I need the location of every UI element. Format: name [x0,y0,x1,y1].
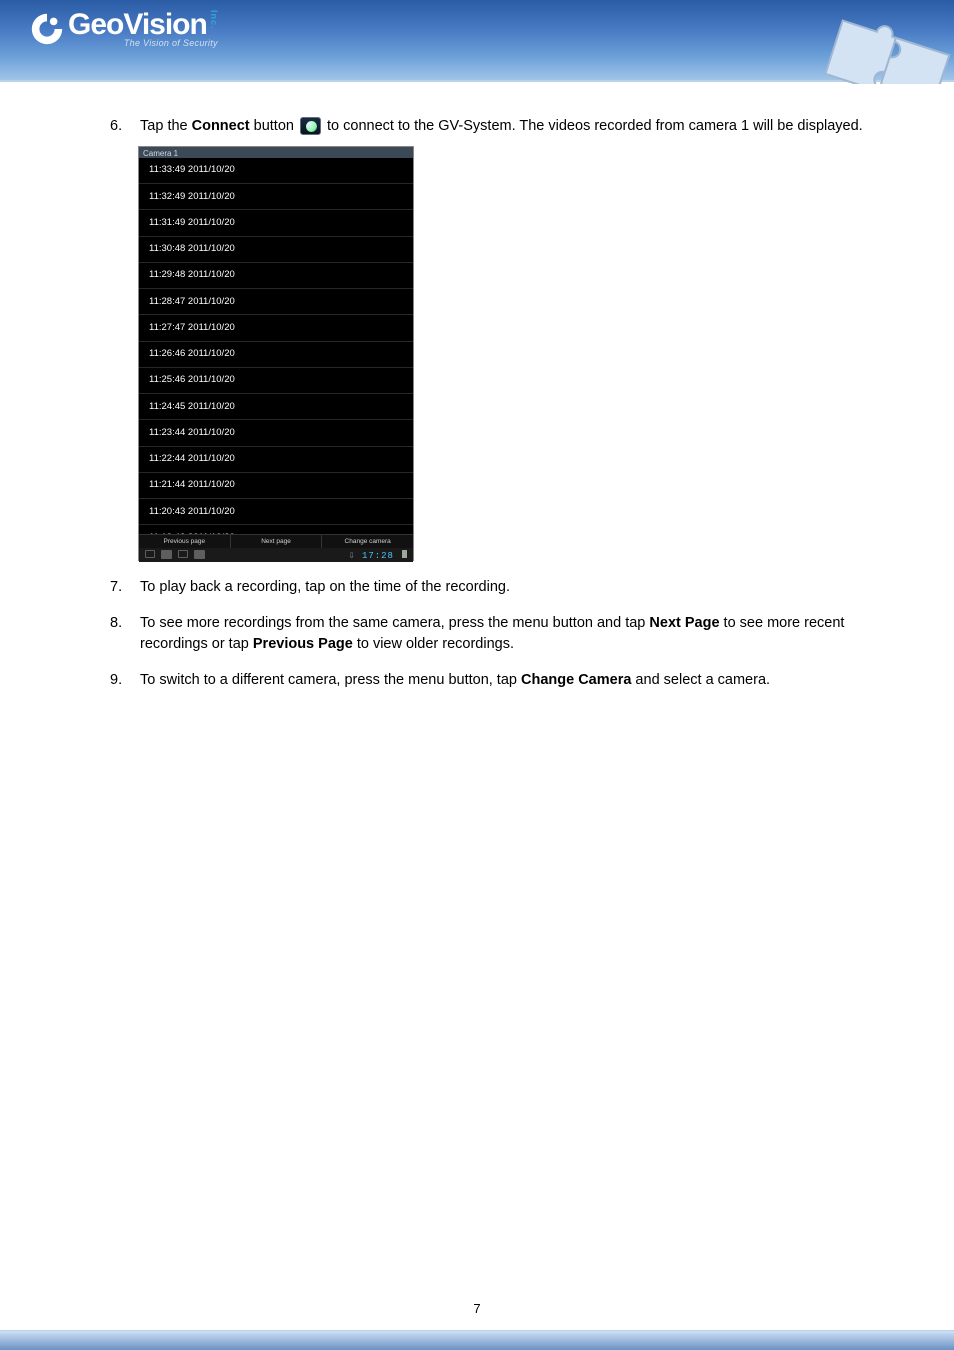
page-number: 7 [0,1301,954,1316]
home-icon[interactable] [161,550,172,559]
text-fragment: to connect to the GV-System. The videos … [323,118,863,134]
previous-page-label: Previous Page [253,636,353,652]
step-6: 6. Tap the Connect button to connect to … [110,116,896,561]
tablet-nav-bar: ⇩ 17:28 [139,548,413,562]
recording-list: 11:33:49 2011/10/20 11:32:49 2011/10/20 … [139,158,413,534]
page-footer [0,1330,954,1350]
change-camera-label: Change Camera [521,672,631,688]
list-item[interactable]: 11:33:49 2011/10/20 [139,158,413,184]
text-fragment: To see more recordings from the same cam… [140,615,649,631]
connect-label: Connect [192,118,250,134]
connect-button-icon [300,117,321,135]
tablet-screenshot: Camera 1 11:33:49 2011/10/20 11:32:49 20… [138,146,414,561]
list-item[interactable]: 11:31:49 2011/10/20 [139,210,413,236]
brand-text: GeoVision [68,8,207,41]
step-8: 8. To see more recordings from the same … [110,613,896,657]
screenshot-header: Camera 1 [139,147,413,158]
download-icon: ⇩ [348,550,355,562]
list-item[interactable]: 11:22:44 2011/10/20 [139,447,413,473]
text-fragment: Tap the [140,118,192,134]
step-number: 7. [110,577,136,599]
list-item[interactable]: 11:20:43 2011/10/20 [139,499,413,525]
battery-icon [402,550,407,558]
recent-icon[interactable] [178,550,188,558]
list-item[interactable]: 11:27:47 2011/10/20 [139,315,413,341]
list-item[interactable]: 11:21:44 2011/10/20 [139,473,413,499]
step-number: 6. [110,116,136,138]
page-header: GeoVisionInc. The Vision of Security [0,0,954,82]
step-text: To play back a recording, tap on the tim… [140,577,880,599]
text-fragment: button [250,118,298,134]
step-number: 8. [110,613,136,635]
back-icon[interactable] [145,550,155,558]
step-9: 9. To switch to a different camera, pres… [110,670,896,692]
text-fragment: and select a camera. [631,672,770,688]
list-item[interactable]: 11:19:43 2011/10/20 [139,525,413,534]
list-item[interactable]: 11:28:47 2011/10/20 [139,289,413,315]
brand-name: GeoVisionInc. [68,10,218,40]
list-item[interactable]: 11:24:45 2011/10/20 [139,394,413,420]
list-item[interactable]: 11:30:48 2011/10/20 [139,237,413,263]
step-7: 7. To play back a recording, tap on the … [110,577,896,599]
list-item[interactable]: 11:26:46 2011/10/20 [139,342,413,368]
next-page-label: Next Page [649,615,719,631]
tablet-clock: 17:28 [362,551,394,561]
list-item[interactable]: 11:25:46 2011/10/20 [139,368,413,394]
step-number: 9. [110,670,136,692]
list-item[interactable]: 11:29:48 2011/10/20 [139,263,413,289]
text-fragment: to view older recordings. [353,636,514,652]
apps-icon[interactable] [194,550,205,559]
previous-page-button[interactable]: Previous page [139,535,231,548]
text-fragment: To switch to a different camera, press t… [140,672,521,688]
next-page-button[interactable]: Next page [231,535,323,548]
list-item[interactable]: 11:23:44 2011/10/20 [139,420,413,446]
brand-inc: Inc. [209,10,218,30]
list-item[interactable]: 11:32:49 2011/10/20 [139,184,413,210]
logo-mark-icon [28,10,66,48]
brand-logo: GeoVisionInc. The Vision of Security [28,10,218,48]
decorative-puzzle-icon [758,0,954,84]
page-content: 6. Tap the Connect button to connect to … [0,82,954,692]
